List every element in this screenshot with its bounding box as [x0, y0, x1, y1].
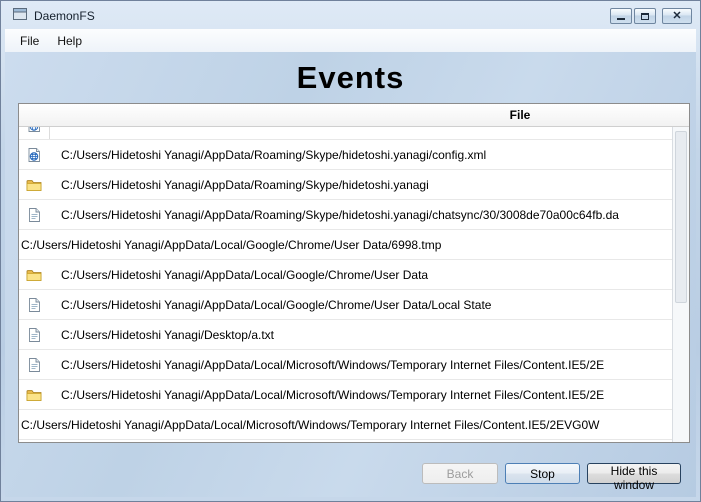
table-row[interactable]: C:/Users/Hidetoshi Yanagi/AppData/Local/… — [19, 410, 672, 440]
file-icon — [26, 327, 42, 343]
folder-icon — [26, 177, 42, 193]
close-icon: ✕ — [672, 9, 682, 22]
table-body: C:/Users/Hidetoshi Yanagi/AppData/Roamin… — [19, 127, 672, 442]
file-path: C:/Users/Hidetoshi Yanagi/AppData/Roamin… — [61, 147, 487, 162]
table-row[interactable]: C:/Users/Hidetoshi Yanagi/AppData/Roamin… — [19, 170, 672, 200]
file-path: C:/Users/Hidetoshi Yanagi/AppData/Roamin… — [61, 177, 429, 192]
table-row[interactable]: C:/Users/Hidetoshi Yanagi/AppData/Roamin… — [19, 140, 672, 170]
close-button[interactable]: ✕ — [662, 8, 692, 24]
page-title: Events — [296, 60, 405, 95]
back-button[interactable]: Back — [422, 463, 498, 484]
app-icon — [12, 6, 28, 27]
client-area: Events File C:/Users/Hidetoshi Yanagi/Ap… — [5, 52, 696, 497]
hide-window-button[interactable]: Hide this window — [587, 463, 681, 492]
events-table: File C:/Users/Hidetoshi Yanagi/AppData/R… — [18, 103, 690, 443]
file-path: C:/Users/Hidetoshi Yanagi/AppData/Local/… — [21, 417, 600, 432]
maximize-icon — [641, 12, 649, 20]
file-path: C:/Users/Hidetoshi Yanagi/AppData/Local/… — [21, 237, 442, 252]
minimize-button[interactable] — [610, 8, 632, 24]
table-row[interactable]: C:/Users/Hidetoshi Yanagi/AppData/Local/… — [19, 290, 672, 320]
folder-icon — [26, 267, 42, 283]
file-icon — [26, 357, 42, 373]
maximize-button[interactable] — [634, 8, 656, 24]
file-path: C:/Users/Hidetoshi Yanagi/AppData/Local/… — [61, 357, 605, 372]
table-row[interactable]: C:/Users/Hidetoshi Yanagi/AppData/Local/… — [19, 380, 672, 410]
menu-help[interactable]: Help — [48, 31, 91, 51]
file-path: C:/Users/Hidetoshi Yanagi/AppData/Local/… — [61, 267, 429, 282]
table-row[interactable]: C:/Users/Hidetoshi Yanagi/AppData/Local/… — [19, 350, 672, 380]
app-window: DaemonFS ✕ File Help Events File C:/User… — [0, 0, 701, 502]
stop-button[interactable]: Stop — [505, 463, 580, 484]
file-icon — [26, 297, 42, 313]
table-header: File — [19, 104, 689, 127]
button-bar: Back Stop Hide this window — [422, 463, 681, 492]
menubar: File Help — [5, 29, 696, 52]
table-row[interactable]: C:/Users/Hidetoshi Yanagi/Desktop/a.txt — [19, 320, 672, 350]
file-icon — [26, 207, 42, 223]
xml-icon — [26, 147, 42, 163]
scrollbar-thumb[interactable] — [675, 131, 687, 303]
menu-file[interactable]: File — [11, 31, 48, 51]
table-row[interactable]: C:/Users/Hidetoshi Yanagi/AppData/Roamin… — [19, 200, 672, 230]
minimize-icon — [617, 18, 625, 20]
file-path: C:/Users/Hidetoshi Yanagi/Desktop/a.txt — [61, 327, 274, 342]
window-title: DaemonFS — [34, 9, 95, 23]
table-row[interactable] — [19, 127, 672, 140]
file-path: C:/Users/Hidetoshi Yanagi/AppData/Local/… — [61, 387, 605, 402]
titlebar[interactable]: DaemonFS ✕ — [5, 3, 696, 29]
table-row[interactable]: C:/Users/Hidetoshi Yanagi/AppData/Local/… — [19, 260, 672, 290]
vertical-scrollbar[interactable] — [672, 127, 689, 442]
table-row[interactable]: C:/Users/Hidetoshi Yanagi/AppData/Local/… — [19, 230, 672, 260]
folder-icon — [26, 387, 42, 403]
file-path: C:/Users/Hidetoshi Yanagi/AppData/Roamin… — [61, 207, 619, 222]
partial-icon — [26, 127, 42, 133]
caption-buttons: ✕ — [610, 8, 696, 24]
column-header-file[interactable]: File — [510, 108, 531, 122]
file-path: C:/Users/Hidetoshi Yanagi/AppData/Local/… — [61, 297, 492, 312]
